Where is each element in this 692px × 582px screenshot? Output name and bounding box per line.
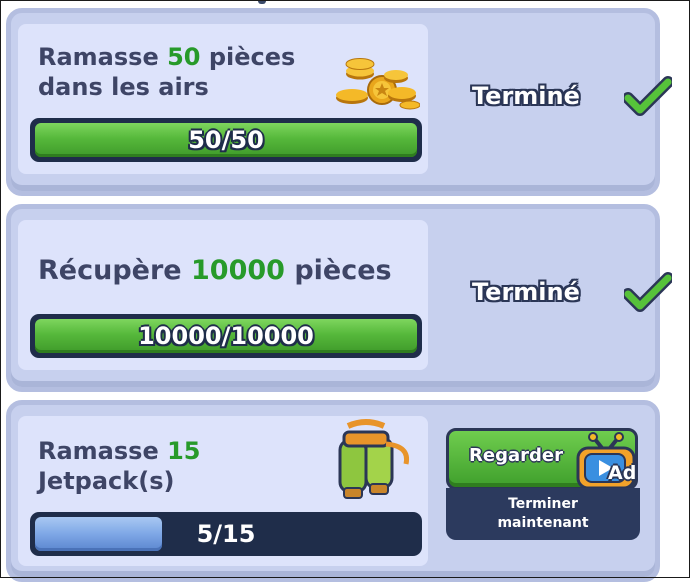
- gold-coins-icon: [336, 58, 420, 110]
- mission-3-progress-bar: 5/15: [30, 512, 422, 556]
- top-edge-marker: [258, 0, 266, 4]
- mission-1-title-suffix: pièces: [200, 43, 296, 71]
- mission-1-title-line2: dans les airs: [38, 73, 209, 101]
- finish-now-label: Terminer maintenant: [497, 496, 589, 531]
- mission-2-progress-text: 10000/10000: [138, 322, 314, 350]
- mission-2-title: Récupère 10000 pièces: [38, 256, 392, 286]
- mission-1-progress-bar: 50/50: [30, 118, 422, 162]
- watch-ad-label: Regarder: [469, 445, 563, 466]
- mission-3-title: Ramasse 15 Jetpack(s): [38, 436, 201, 496]
- mission-1-title-prefix: Ramasse: [38, 43, 168, 71]
- mission-2-progress-bar: 10000/10000: [30, 314, 422, 358]
- mission-2-title-suffix: pièces: [284, 255, 392, 286]
- mission-1-title: Ramasse 50 pièces dans les airs: [38, 42, 295, 102]
- ad-label: Ad: [608, 462, 637, 484]
- finish-now-button[interactable]: Terminer maintenant: [446, 488, 640, 540]
- mission-2-target: 10000: [191, 255, 285, 286]
- mission-1-target: 50: [167, 43, 201, 71]
- mission-3-title-line2: Jetpack(s): [38, 467, 175, 495]
- mission-2-status: Terminé: [472, 278, 580, 306]
- mission-3-title-prefix: Ramasse: [38, 437, 168, 465]
- jetpack-icon: [338, 419, 410, 499]
- check-icon: [624, 272, 672, 312]
- mission-1-status: Terminé: [472, 82, 580, 110]
- check-icon: [624, 76, 672, 116]
- mission-2-title-prefix: Récupère: [38, 255, 191, 286]
- mission-1-progress-text: 50/50: [188, 126, 264, 154]
- mission-3-progress-text: 5/15: [196, 520, 256, 548]
- mission-3-target: 15: [167, 437, 201, 465]
